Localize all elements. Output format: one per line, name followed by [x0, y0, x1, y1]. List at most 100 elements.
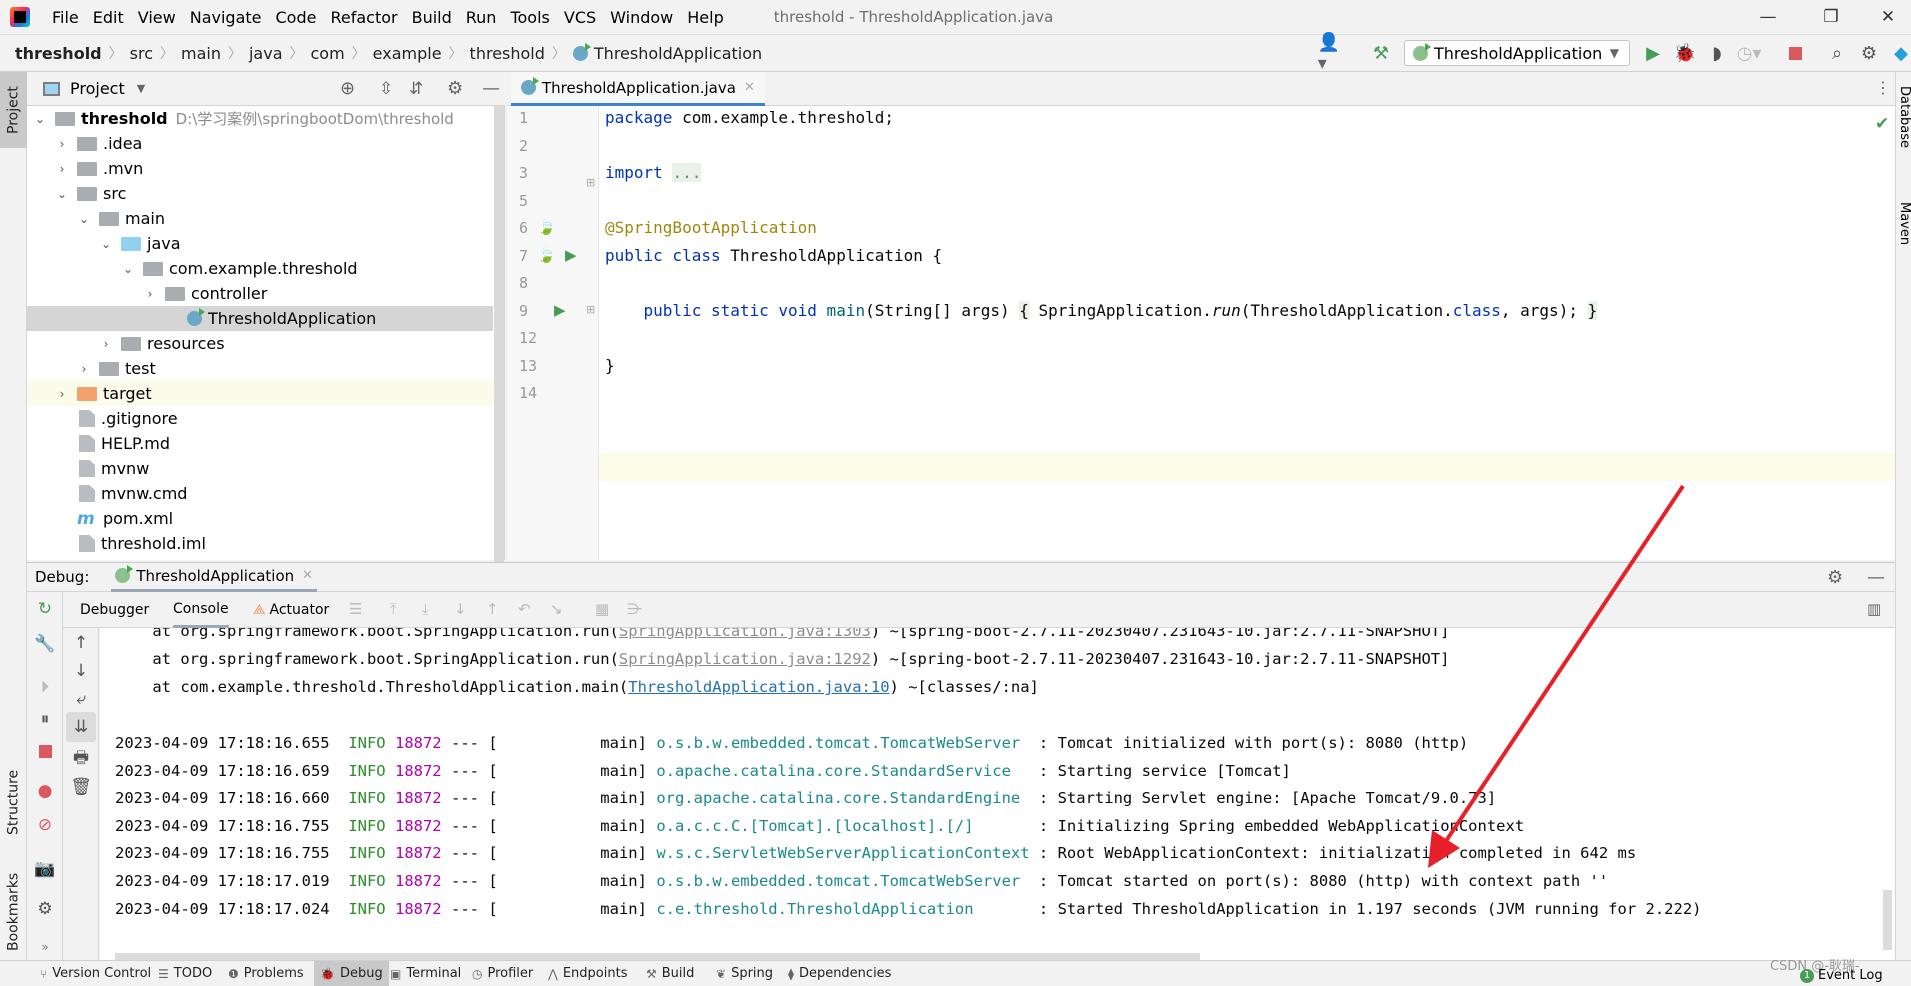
menu-help[interactable]: Help — [687, 8, 723, 27]
tree-item[interactable]: › test — [27, 356, 493, 381]
debug-icon[interactable]: 🐞 — [1674, 42, 1696, 64]
menu-file[interactable]: File — [52, 8, 79, 27]
restore-button[interactable]: ❐ — [1808, 0, 1854, 34]
toolbox-icon[interactable]: ◆ — [1890, 42, 1911, 64]
breadcrumb-item[interactable]: main — [181, 44, 221, 63]
resume-icon[interactable]: ⏵ — [27, 672, 63, 702]
breadcrumb-item-class[interactable]: ThresholdApplication — [572, 42, 762, 63]
tree-item[interactable]: .gitignore — [27, 406, 493, 431]
tab-actuator[interactable]: ⟁ Actuator — [253, 592, 329, 628]
down-arrow-icon[interactable]: ↓ — [63, 656, 99, 686]
layout-settings-icon[interactable]: ▥ — [1867, 600, 1881, 618]
close-tab-icon[interactable]: ✕ — [302, 568, 313, 583]
more-icon[interactable]: » — [27, 932, 63, 962]
wrench-icon[interactable]: 🔧 — [27, 629, 63, 659]
settings-icon[interactable]: ⚙ — [27, 894, 63, 924]
run-configuration-selector[interactable]: ThresholdApplication ▼ — [1404, 40, 1630, 66]
settings-icon[interactable]: ⚙ — [1858, 42, 1880, 64]
soft-wrap-icon[interactable]: ⤶ — [63, 684, 99, 714]
breadcrumb-item[interactable]: threshold — [470, 44, 545, 63]
scroll-to-end-icon[interactable]: ⇊ — [66, 712, 96, 742]
tree-item[interactable]: ThresholdApplication — [27, 306, 493, 331]
breadcrumb-item[interactable]: example — [373, 44, 442, 63]
project-view-selector[interactable]: Project — [70, 79, 125, 98]
code-line-9[interactable]: public static void main(String[] args) {… — [605, 301, 1598, 320]
code-line-6[interactable]: @SpringBootApplication — [605, 218, 817, 237]
gear-icon[interactable]: ⚙ — [447, 78, 463, 99]
tool-tab-maven[interactable]: Maven — [1896, 202, 1911, 282]
camera-icon[interactable]: 📷 — [27, 854, 63, 884]
tool-tab-structure[interactable]: Structure — [0, 752, 27, 852]
project-scrollbar[interactable] — [494, 106, 504, 596]
run-gutter-icon[interactable]: ▶ — [565, 246, 577, 264]
folded-imports[interactable]: ... — [672, 163, 702, 182]
menu-code[interactable]: Code — [276, 8, 317, 27]
close-tab-icon[interactable]: ✕ — [744, 80, 755, 95]
run-gutter-icon[interactable]: ▶ — [554, 301, 566, 319]
bottom-tab-terminal[interactable]: ▣ Terminal — [384, 961, 467, 986]
tree-item[interactable]: mvnw.cmd — [27, 481, 493, 506]
chevron-down-icon[interactable]: ⌄ — [121, 262, 135, 276]
source-link[interactable]: ThresholdApplication.java:10 — [628, 678, 889, 696]
chevron-down-icon[interactable]: ⌄ — [99, 237, 113, 251]
tree-item[interactable]: › controller — [27, 281, 493, 306]
chevron-right-icon[interactable]: › — [77, 362, 91, 376]
gear-icon[interactable]: ⚙ — [1827, 567, 1843, 588]
tree-root-threshold[interactable]: ⌄ threshold D:\学习案例\springbootDom\thresh… — [27, 106, 493, 131]
clear-all-icon[interactable]: 🗑 — [63, 772, 99, 802]
menu-view[interactable]: View — [138, 8, 176, 27]
tree-item[interactable]: › target — [27, 381, 493, 406]
up-arrow-icon[interactable]: ↑ — [63, 628, 99, 658]
chevron-right-icon[interactable]: › — [55, 387, 69, 401]
menu-vcs[interactable]: VCS — [564, 8, 596, 27]
code-line-3[interactable]: import ... — [605, 163, 702, 182]
breadcrumb-item[interactable]: src — [130, 44, 153, 63]
profile-icon[interactable]: ◷▾ — [1737, 42, 1762, 64]
print-icon[interactable]: 🖶 — [63, 744, 99, 774]
threads-icon[interactable]: ☰ — [349, 600, 362, 618]
fold-icon[interactable]: ⊞ — [586, 303, 595, 316]
event-log-button[interactable]: 1 Event Log — [1800, 968, 1883, 983]
bottom-tab-todo[interactable]: ☰ TODO — [152, 961, 218, 986]
tree-item[interactable]: mvnw — [27, 456, 493, 481]
menu-navigate[interactable]: Navigate — [190, 8, 262, 27]
tree-item[interactable]: ⌄ com.example.threshold — [27, 256, 493, 281]
bottom-tab-endpoints[interactable]: ⋀ Endpoints — [542, 961, 633, 986]
menu-refactor[interactable]: Refactor — [330, 8, 397, 27]
run-icon[interactable]: ▶ — [1642, 42, 1664, 64]
hide-panel-icon[interactable]: — — [482, 78, 500, 99]
tree-item[interactable]: ⌄ main — [27, 206, 493, 231]
view-breakpoints-icon[interactable]: ● — [27, 776, 63, 806]
search-icon[interactable]: ⌕ — [1826, 42, 1848, 64]
menu-build[interactable]: Build — [412, 8, 452, 27]
bottom-tab-debug[interactable]: 🐞 Debug — [314, 961, 389, 986]
bottom-tab-problems[interactable]: ❶ Problems — [222, 961, 310, 986]
source-link[interactable]: SpringApplication.java:1292 — [619, 650, 871, 668]
close-window-button[interactable]: ✕ — [1865, 0, 1911, 34]
step-over-icon[interactable]: ⤓ — [422, 600, 429, 618]
tree-item[interactable]: › .idea — [27, 131, 493, 156]
bottom-tab-spring[interactable]: ❦ Spring — [710, 961, 779, 986]
bottom-tab-version-control[interactable]: ⑂ Version Control — [34, 961, 157, 986]
stop-icon[interactable] — [1784, 42, 1806, 64]
tree-item[interactable]: ⌄ src — [27, 181, 493, 206]
user-icon[interactable]: 👤▾ — [1318, 32, 1340, 74]
tree-item[interactable]: HELP.md — [27, 431, 493, 456]
breadcrumb-item[interactable]: com — [311, 44, 345, 63]
trace-icon[interactable]: ⋺ — [627, 600, 642, 618]
chevron-right-icon[interactable]: › — [55, 137, 69, 151]
tree-item[interactable]: threshold.iml — [27, 531, 493, 556]
bottom-tab-dependencies[interactable]: ⧫ Dependencies — [782, 961, 897, 986]
minimize-button[interactable]: — — [1745, 0, 1791, 34]
collapse-all-icon[interactable]: ⇵ — [409, 79, 423, 99]
step-out-icon[interactable]: ↑ — [486, 600, 499, 618]
pause-icon[interactable]: ⏸ — [27, 704, 63, 734]
code-line-1[interactable]: package com.example.threshold; — [605, 108, 894, 127]
tree-item[interactable]: › resources — [27, 331, 493, 356]
breadcrumb-item[interactable]: java — [249, 44, 283, 63]
chevron-down-icon[interactable]: ⌄ — [77, 212, 91, 226]
code-line-13[interactable]: } — [605, 356, 615, 375]
spring-bean-gutter-icon[interactable]: 🍃 — [537, 246, 556, 264]
source-link[interactable]: SpringApplication.java:1303 — [619, 628, 871, 640]
run-to-cursor-icon[interactable]: ↘ — [550, 600, 563, 618]
